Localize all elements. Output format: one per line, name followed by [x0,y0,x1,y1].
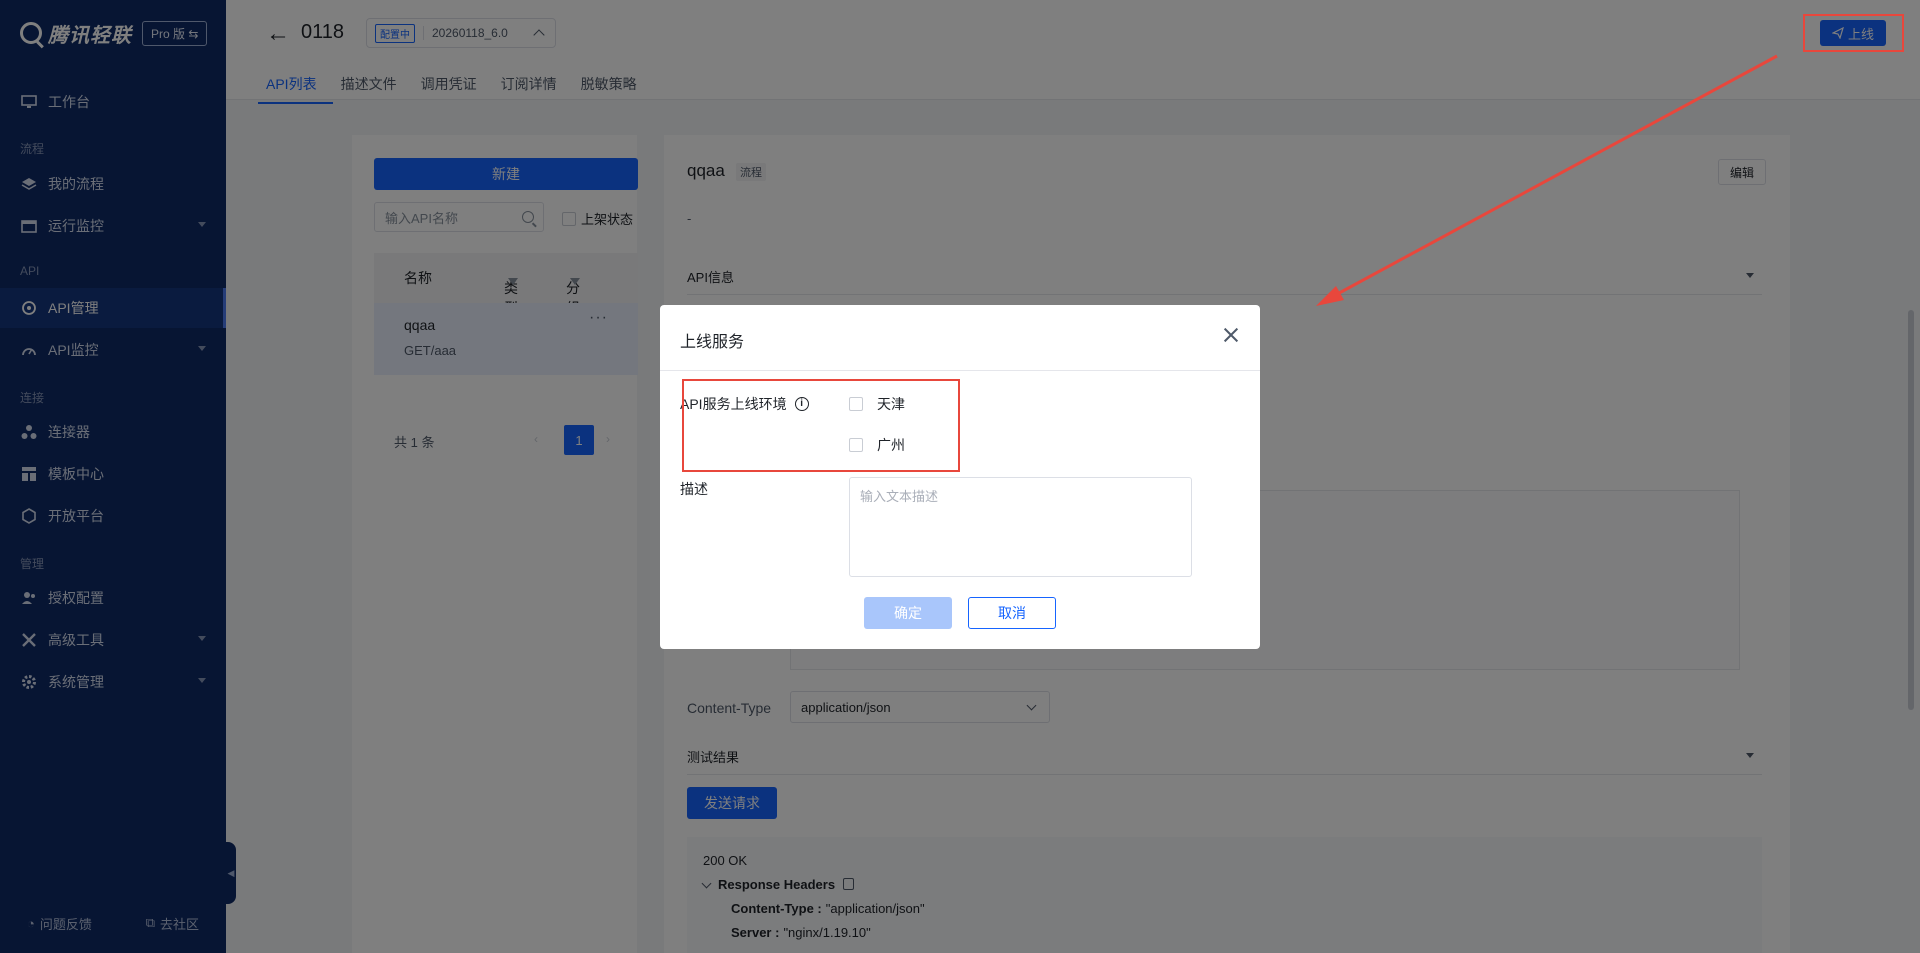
cancel-button[interactable]: 取消 [968,597,1056,629]
go-online-dialog: 上线服务 API服务上线环境 i 天津 广州 描述 输入文本描述 确定 取消 [660,305,1260,649]
annotation-box-env-options [682,379,960,472]
description-label: 描述 [680,481,708,497]
description-placeholder: 输入文本描述 [860,489,939,504]
description-textarea[interactable]: 输入文本描述 [849,477,1192,577]
annotation-box-online-button [1803,14,1904,52]
confirm-button[interactable]: 确定 [864,597,952,629]
dialog-title: 上线服务 [680,334,745,351]
close-icon[interactable] [1222,326,1240,344]
dialog-header: 上线服务 [660,305,1260,371]
